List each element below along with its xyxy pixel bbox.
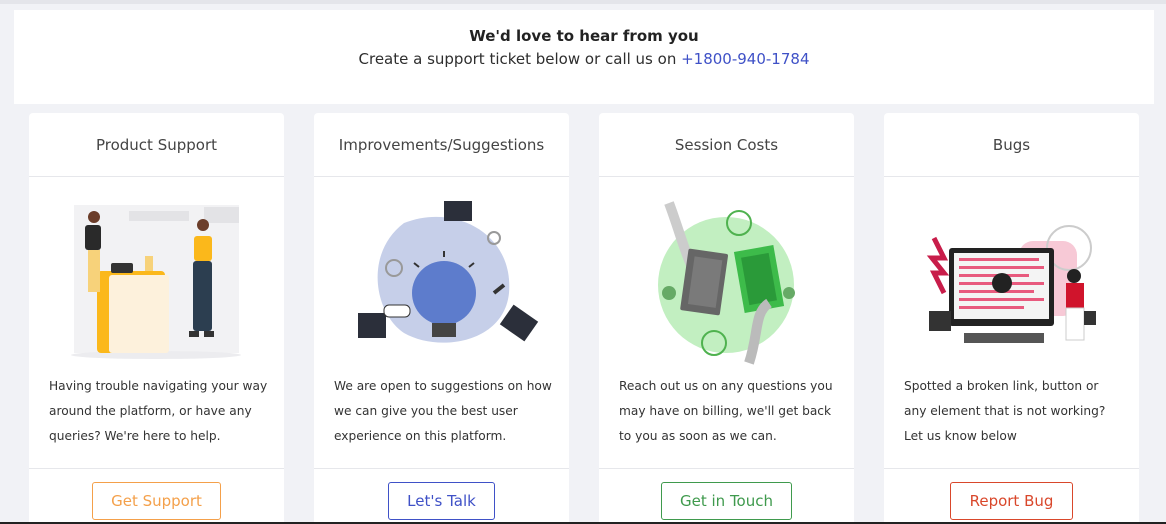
card-title: Product Support — [29, 113, 284, 177]
contact-hero: We'd love to hear from you Create a supp… — [14, 10, 1154, 104]
support-desk-illustration — [71, 205, 241, 359]
card-product-support: Product Support Having trouble navigatin… — [29, 113, 284, 524]
hero-subtitle: Create a support ticket below or call us… — [14, 50, 1154, 68]
divider — [29, 468, 284, 469]
card-description: We are open to suggestions on how we can… — [334, 379, 552, 443]
report-bug-button[interactable]: Report Bug — [950, 482, 1073, 520]
card-description: Reach out us on any questions you may ha… — [619, 379, 833, 443]
divider — [884, 468, 1139, 469]
phone-link[interactable]: +1800-940-1784 — [681, 50, 809, 68]
card-title: Improvements/Suggestions — [314, 113, 569, 177]
card-description: Spotted a broken link, button or any ele… — [904, 379, 1106, 443]
divider — [599, 468, 854, 469]
lets-talk-button[interactable]: Let's Talk — [388, 482, 495, 520]
hero-subtitle-text: Create a support ticket below or call us… — [358, 50, 677, 68]
get-in-touch-button[interactable]: Get in Touch — [661, 482, 792, 520]
card-session-costs: Session Costs Reach out us on any questi… — [599, 113, 854, 524]
hero-title: We'd love to hear from you — [469, 27, 699, 45]
card-bugs: Bugs Spotted a broken link, button or an… — [884, 113, 1139, 524]
bug-computer-illustration — [926, 225, 1096, 343]
divider — [314, 468, 569, 469]
card-title: Session Costs — [599, 113, 854, 177]
card-improvements: Improvements/Suggestions We are open to … — [314, 113, 569, 524]
card-description: Having trouble navigating your way aroun… — [49, 379, 268, 443]
top-border — [0, 0, 1166, 4]
lightbulb-ideas-illustration — [358, 201, 539, 343]
get-support-button[interactable]: Get Support — [92, 482, 221, 520]
money-payment-illustration — [658, 201, 795, 365]
card-title: Bugs — [884, 113, 1139, 177]
